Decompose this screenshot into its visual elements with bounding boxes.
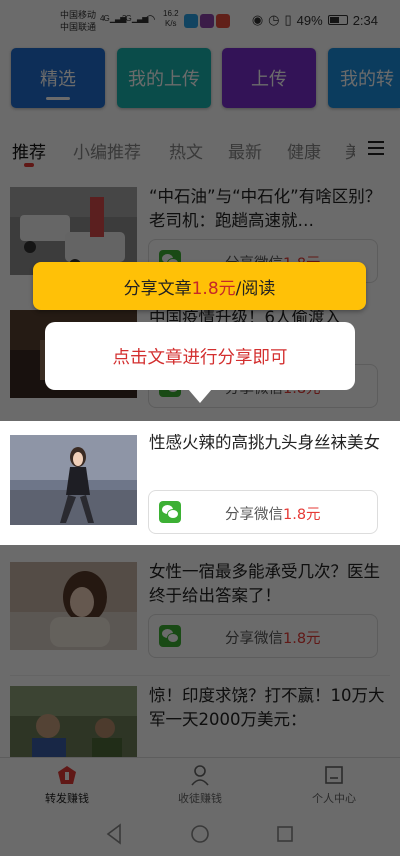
card-upload[interactable]: 上传: [222, 48, 316, 108]
menu-icon[interactable]: [368, 141, 384, 155]
article-item[interactable]: 女性一宿最多能承受几次？医生终于给出答案了！ 分享微信1.8元: [0, 552, 400, 676]
card-label: 精选: [40, 69, 76, 90]
active-tab-indicator: [24, 163, 34, 167]
home-icon: [323, 764, 345, 786]
status-right: ◉ ◷ ▯ 49% 2:34: [252, 12, 378, 28]
article-thumbnail: [10, 562, 137, 650]
eye-icon: ◉: [251, 12, 264, 27]
banner-prefix: 分享文章: [123, 278, 192, 299]
card-label: 我的转: [340, 69, 394, 90]
status-bar: 中国移动 中国联通 4G ▁▃▅ 3G ▁▃▅ ◠ 16.2 K/s ◉ ◷ ▯…: [0, 0, 400, 42]
battery-icon: [327, 15, 348, 25]
vibrate-icon: ▯: [284, 12, 292, 27]
app-notification-icon: [184, 14, 198, 28]
nav-label: 个人中心: [312, 792, 356, 805]
carrier-2: 中国联通: [60, 22, 97, 32]
article-title: “中石油”与“中石化”有啥区别？老司机：跑趟高速就…: [149, 187, 382, 230]
net-type-1: 4G: [100, 14, 110, 23]
share-wechat-button[interactable]: 分享微信1.8元: [148, 490, 378, 534]
home-button-icon[interactable]: [191, 825, 209, 843]
category-cards: 精选 我的上传 上传 我的转: [0, 48, 400, 108]
article-title: 性感火辣的高挑九头身丝袜美女: [149, 433, 380, 452]
article-thumbnail: [10, 435, 137, 525]
share-text: 分享微信: [225, 507, 283, 523]
tab-recommend[interactable]: 推荐: [12, 138, 46, 163]
share-label: 分享微信1.8元: [225, 503, 321, 524]
highlighted-article[interactable]: 性感火辣的高挑九头身丝袜美女 分享微信1.8元: [0, 421, 400, 545]
share-price: 1.8元: [283, 631, 321, 647]
carrier-1: 中国移动: [60, 10, 97, 20]
speed-unit: K/s: [165, 19, 177, 28]
net-type-2: 3G: [122, 14, 132, 23]
article-title: 惊！印度求饶？打不赢！10万大军一天2000万美元：: [149, 686, 385, 729]
wifi-icon: ◠: [145, 12, 156, 26]
recents-icon[interactable]: [277, 826, 293, 842]
article-thumbnail: [10, 686, 137, 757]
share-price: 1.8元: [283, 507, 321, 523]
share-text: 分享微信: [225, 631, 283, 647]
speed-value: 16.2: [163, 9, 179, 18]
tutorial-tooltip: 点击文章进行分享即可: [45, 322, 355, 390]
card-my-shares[interactable]: 我的转: [328, 48, 400, 108]
app-notification-icon: [200, 14, 214, 28]
tab-latest[interactable]: 最新: [228, 138, 262, 163]
signal-3g: 3G ▁▃▅: [122, 14, 148, 23]
nav-share-earn[interactable]: 转发赚钱: [17, 764, 117, 806]
back-icon[interactable]: [106, 823, 121, 845]
article-title: 女性一宿最多能承受几次？医生终于给出答案了！: [149, 562, 380, 605]
clock: 2:34: [352, 12, 378, 28]
tab-beauty[interactable]: 美: [345, 138, 355, 163]
nav-profile[interactable]: 个人中心: [284, 764, 384, 806]
app-notification-icon: [216, 14, 230, 28]
alarm-icon: ◷: [268, 12, 280, 27]
share-money-icon: [56, 764, 78, 786]
tab-health[interactable]: 健康: [287, 138, 321, 163]
nav-label: 转发赚钱: [45, 792, 89, 805]
banner-price: 1.8元: [191, 278, 236, 299]
banner-suffix: /阅读: [235, 278, 276, 299]
article-item[interactable]: 惊！印度求饶？打不赢！10万大军一天2000万美元：: [0, 676, 400, 757]
net-speed: 16.2 K/s: [163, 9, 179, 29]
share-label: 分享微信1.8元: [225, 627, 321, 648]
tab-hot[interactable]: 热文: [169, 138, 203, 163]
card-label: 我的上传: [128, 69, 200, 90]
share-wechat-button[interactable]: 分享微信1.8元: [148, 614, 378, 658]
user-icon: [189, 764, 211, 786]
system-nav-bar: [0, 813, 400, 856]
card-label: 上传: [251, 69, 287, 90]
battery-percent: 49%: [296, 12, 323, 28]
card-featured[interactable]: 精选: [11, 48, 105, 108]
nav-label: 收徒赚钱: [178, 792, 222, 805]
nav-recruit-earn[interactable]: 收徒赚钱: [150, 764, 250, 806]
bottom-nav: 转发赚钱 收徒赚钱 个人中心: [0, 757, 400, 813]
wechat-icon: [159, 625, 181, 647]
tooltip-arrow: [188, 389, 212, 403]
share-reward-banner: 分享文章 1.8元/阅读: [33, 262, 366, 310]
tab-editor-picks[interactable]: 小编推荐: [73, 138, 141, 163]
carrier-info: 中国移动 中国联通: [60, 9, 96, 33]
category-tabs: 推荐 小编推荐 热文 最新 健康 美: [0, 130, 400, 170]
card-active-indicator: [46, 97, 70, 100]
card-my-uploads[interactable]: 我的上传: [117, 48, 211, 108]
wechat-icon: [159, 501, 181, 523]
